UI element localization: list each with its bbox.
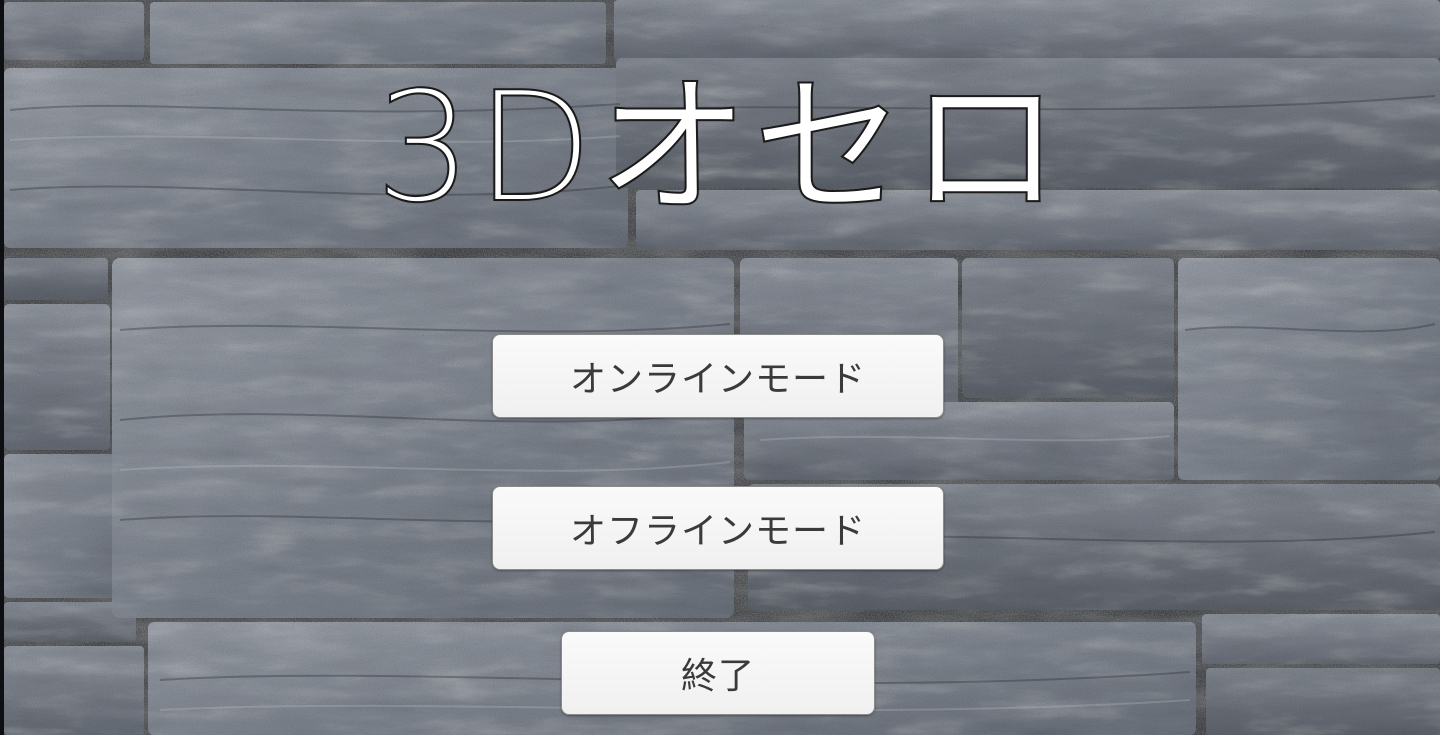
online-mode-label: オンラインモード	[569, 359, 866, 400]
quit-button[interactable]: 終了	[561, 631, 875, 715]
quit-label: 終了	[680, 656, 755, 697]
online-mode-button[interactable]: オンラインモード	[492, 334, 944, 418]
offline-mode-label: オフラインモード	[569, 511, 866, 552]
offline-mode-button[interactable]: オフラインモード	[492, 486, 944, 570]
game-title: 3Dオセロ	[374, 58, 1065, 237]
title-screen: 3Dオセロ オンラインモード オフラインモード 終了	[0, 0, 1440, 735]
